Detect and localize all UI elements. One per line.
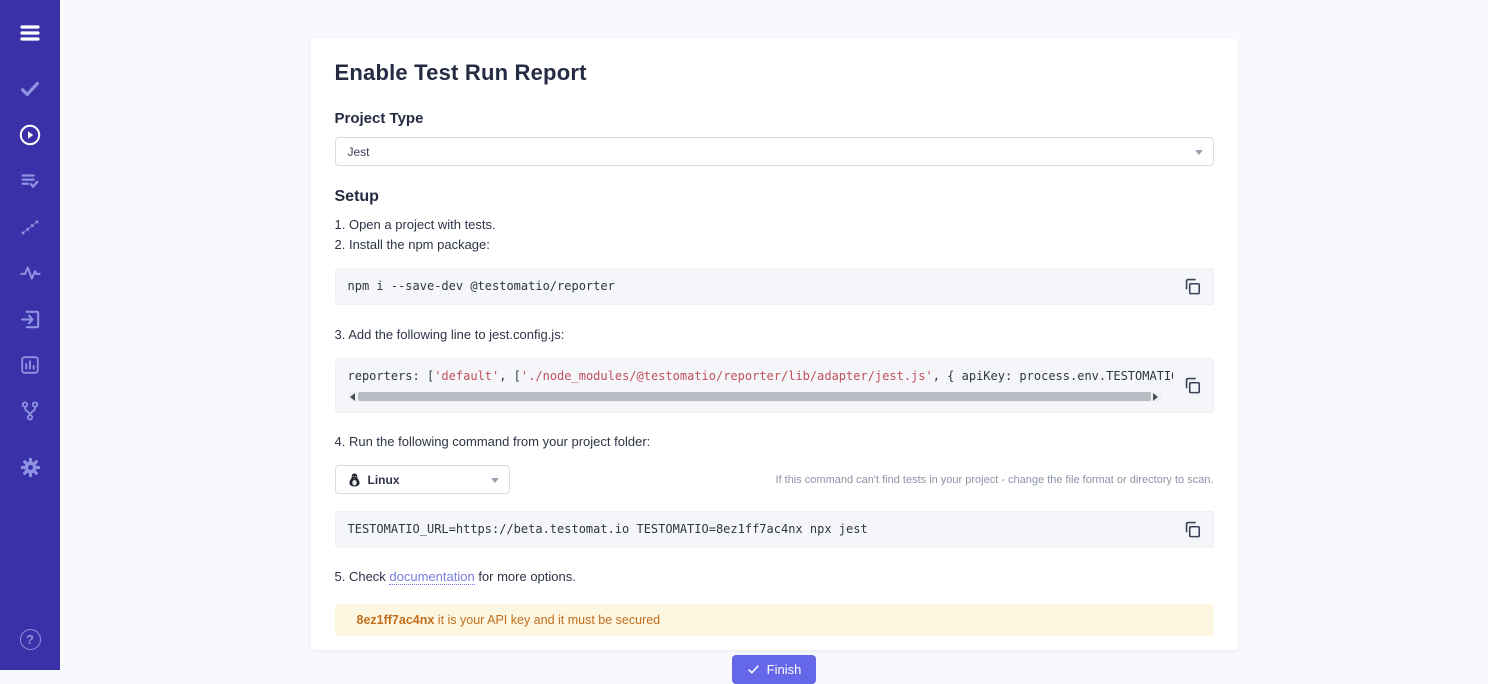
documentation-link[interactable]: documentation bbox=[389, 569, 474, 585]
step-2: 2. Install the npm package: bbox=[335, 235, 1214, 255]
import-icon[interactable] bbox=[13, 302, 47, 336]
menu-icon[interactable] bbox=[13, 16, 47, 50]
step-1: 1. Open a project with tests. bbox=[335, 215, 1214, 235]
check-icon[interactable] bbox=[13, 72, 47, 106]
pulse-icon[interactable] bbox=[13, 256, 47, 290]
scroll-right-arrow[interactable] bbox=[1151, 393, 1161, 401]
project-type-value: Jest bbox=[348, 145, 370, 159]
scroll-left-arrow[interactable] bbox=[348, 393, 358, 401]
gear-icon[interactable] bbox=[13, 450, 47, 484]
code-string: './node_modules/@testomatio/reporter/lib… bbox=[521, 369, 933, 383]
scan-hint-text: If this command can't find tests in your… bbox=[775, 474, 1213, 486]
bar-chart-icon[interactable] bbox=[13, 348, 47, 382]
copy-button[interactable] bbox=[1173, 269, 1213, 304]
linux-penguin-icon bbox=[348, 473, 361, 487]
copy-button[interactable] bbox=[1173, 359, 1213, 412]
scrollbar-thumb[interactable] bbox=[358, 392, 1151, 401]
install-command-code: npm i --save-dev @testomatio/reporter bbox=[336, 269, 1173, 304]
sidebar: ? bbox=[0, 0, 60, 670]
setup-card: Enable Test Run Report Project Type Jest… bbox=[311, 38, 1238, 650]
os-select-value: Linux bbox=[368, 473, 400, 487]
main-content: Enable Test Run Report Project Type Jest… bbox=[60, 0, 1488, 670]
install-command-block: npm i --save-dev @testomatio/reporter bbox=[335, 268, 1214, 305]
help-icon[interactable]: ? bbox=[13, 622, 47, 656]
git-branch-icon[interactable] bbox=[13, 394, 47, 428]
step-4: 4. Run the following command from your p… bbox=[335, 432, 1214, 452]
run-command-block: TESTOMATIO_URL=https://beta.testomat.io … bbox=[335, 511, 1214, 548]
os-row: Linux If this command can't find tests i… bbox=[335, 465, 1214, 494]
help-glyph: ? bbox=[20, 629, 41, 650]
list-check-icon[interactable] bbox=[13, 164, 47, 198]
step-3: 3. Add the following line to jest.config… bbox=[335, 325, 1214, 345]
page-title: Enable Test Run Report bbox=[335, 60, 1214, 86]
api-key-value: 8ez1ff7ac4nx bbox=[357, 613, 435, 627]
steps-icon[interactable] bbox=[13, 210, 47, 244]
api-key-warning: 8ez1ff7ac4nx it is your API key and it m… bbox=[335, 604, 1214, 636]
run-command-code: TESTOMATIO_URL=https://beta.testomat.io … bbox=[336, 512, 1173, 547]
config-code-block: reporters: ['default', ['./node_modules/… bbox=[335, 358, 1214, 413]
horizontal-scrollbar[interactable] bbox=[348, 391, 1161, 402]
step-5: 5. Check documentation for more options. bbox=[335, 567, 1214, 587]
os-select[interactable]: Linux bbox=[335, 465, 510, 494]
app-window: ? Enable Test Run Report Project Type Je… bbox=[0, 0, 1488, 670]
copy-button[interactable] bbox=[1173, 512, 1213, 547]
project-type-label: Project Type bbox=[335, 110, 1214, 127]
setup-heading: Setup bbox=[335, 188, 1214, 206]
code-string: 'default' bbox=[434, 369, 499, 383]
chevron-down-icon bbox=[491, 478, 499, 483]
project-type-select[interactable]: Jest bbox=[335, 137, 1214, 166]
chevron-down-icon bbox=[1195, 150, 1203, 155]
play-circle-icon[interactable] bbox=[13, 118, 47, 152]
config-code: reporters: ['default', ['./node_modules/… bbox=[336, 359, 1173, 412]
